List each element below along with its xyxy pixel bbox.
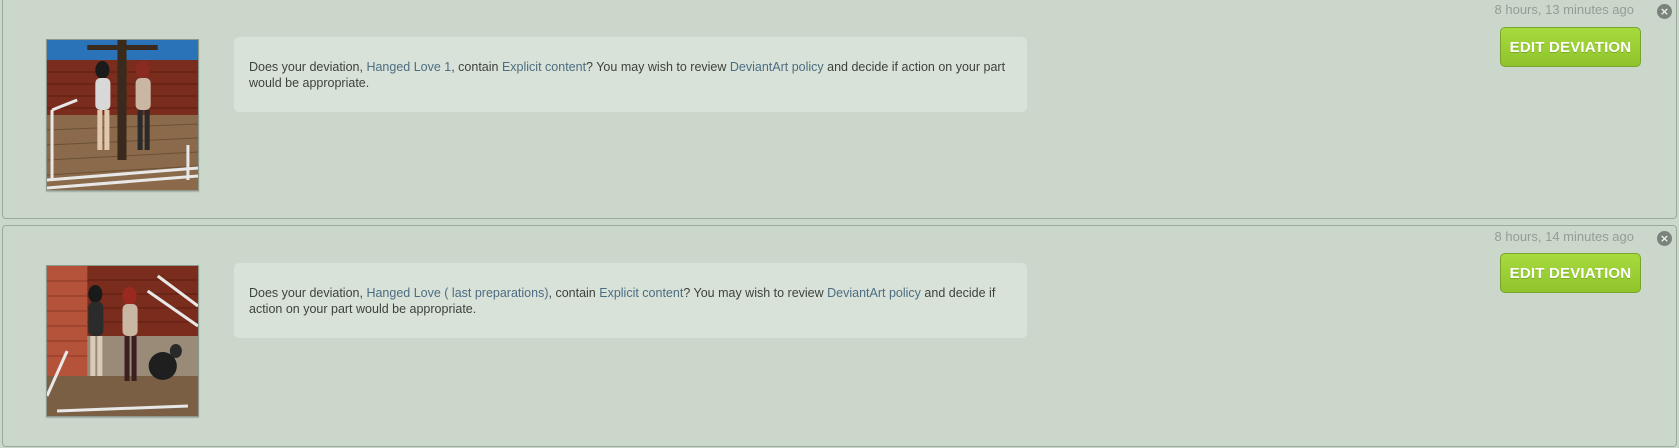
- policy-link[interactable]: DeviantArt policy: [730, 60, 824, 74]
- message-text: , contain: [548, 286, 600, 300]
- message-text: , contain: [451, 60, 502, 74]
- timestamp: 8 hours, 13 minutes ago: [1494, 2, 1634, 17]
- policy-link[interactable]: DeviantArt policy: [827, 286, 921, 300]
- deviation-link[interactable]: Hanged Love ( last preparations): [366, 286, 548, 300]
- notification-item: 8 hours, 13 minutes ago × Does your devi…: [2, 0, 1677, 219]
- deviation-link[interactable]: Hanged Love 1: [366, 60, 451, 74]
- deviation-thumbnail[interactable]: [46, 39, 199, 191]
- edit-deviation-button[interactable]: EDIT DEVIATION: [1500, 253, 1641, 293]
- explicit-content-link[interactable]: Explicit content: [599, 286, 683, 300]
- message-text: Does your deviation,: [249, 286, 367, 300]
- deviation-thumbnail[interactable]: [46, 265, 199, 417]
- timestamp: 8 hours, 14 minutes ago: [1494, 229, 1634, 244]
- message-text: Does your deviation,: [249, 60, 367, 74]
- thumbnail-image: [47, 266, 198, 416]
- message-box: Does your deviation, Hanged Love 1, cont…: [234, 37, 1027, 112]
- message-text: ? You may wish to review: [683, 286, 828, 300]
- message-box: Does your deviation, Hanged Love ( last …: [234, 263, 1027, 338]
- close-icon[interactable]: ×: [1657, 4, 1672, 19]
- close-icon[interactable]: ×: [1657, 231, 1672, 246]
- thumbnail-image: [47, 40, 198, 190]
- notification-item: 8 hours, 14 minutes ago × Does your devi…: [2, 225, 1677, 447]
- explicit-content-link[interactable]: Explicit content: [502, 60, 586, 74]
- edit-deviation-button[interactable]: EDIT DEVIATION: [1500, 27, 1641, 67]
- message-text: ? You may wish to review: [586, 60, 730, 74]
